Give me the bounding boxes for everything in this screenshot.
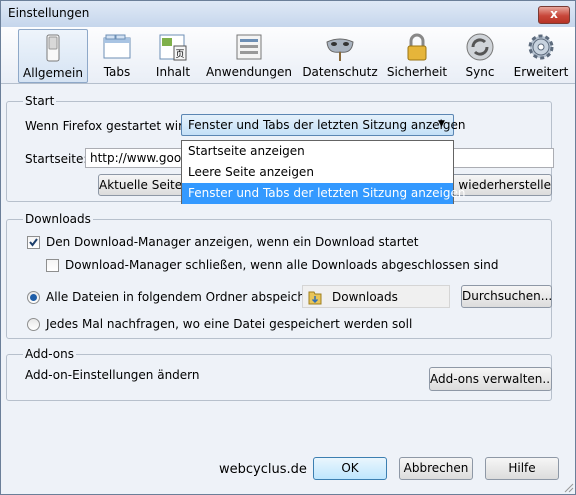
close-download-manager-label: Download-Manager schließen, wenn alle Do…: [65, 258, 499, 272]
content-icon: 页: [159, 34, 187, 61]
tab-inhalt[interactable]: 页 Inhalt: [139, 29, 207, 81]
tab-sicherheit[interactable]: Sicherheit: [383, 29, 451, 81]
sync-icon: [466, 33, 494, 61]
addons-group-title: Add-ons: [23, 347, 76, 361]
start-group-title: Start: [23, 94, 57, 108]
show-download-manager-checkbox[interactable]: [27, 236, 40, 249]
privacy-mask-icon: [326, 38, 354, 61]
startup-option-selected[interactable]: Fenster und Tabs der letzten Sitzung anz…: [182, 183, 466, 204]
ok-label: OK: [341, 461, 359, 475]
addons-description: Add-on-Einstellungen ändern: [25, 368, 200, 382]
chevron-down-icon: ▼: [438, 119, 445, 129]
watermark-text: webcyclus.de: [219, 462, 307, 477]
show-download-manager-label: Den Download-Manager anzeigen, wenn ein …: [46, 235, 419, 249]
tab-label: Sync: [465, 65, 495, 79]
padlock-icon: [407, 33, 427, 61]
tab-label: Allgemein: [23, 66, 83, 80]
switch-icon: [46, 34, 60, 62]
tab-label: Sicherheit: [386, 65, 448, 79]
radio-dot-icon: [30, 294, 37, 301]
applications-icon: [236, 34, 262, 60]
help-button[interactable]: Hilfe: [485, 457, 559, 480]
save-all-label: Alle Dateien in folgendem Ordner abspeic…: [46, 290, 329, 304]
gear-icon: [528, 34, 554, 60]
close-download-manager-checkbox[interactable]: [46, 259, 59, 272]
tab-sync[interactable]: Sync: [446, 29, 514, 81]
close-icon: x: [550, 7, 558, 21]
startup-select-value: Fenster und Tabs der letzten Sitzung anz…: [188, 118, 466, 132]
tab-label: Datenschutz: [302, 65, 378, 79]
svg-text:页: 页: [175, 49, 184, 60]
use-current-page-button[interactable]: Aktuelle Seite v: [98, 174, 184, 196]
manage-addons-button[interactable]: Add-ons verwalten...: [429, 367, 552, 391]
startup-options-list: Startseite anzeigen Leere Seite anzeigen…: [181, 140, 466, 204]
cancel-label: Abbrechen: [403, 461, 469, 475]
window-title: Einstellungen: [8, 6, 90, 20]
tab-label: Anwendungen: [205, 65, 293, 79]
preferences-window: Einstellungen x Allgemein Tabs 页 Inhalt …: [0, 0, 576, 495]
close-button[interactable]: x: [538, 6, 570, 24]
manage-addons-label: Add-ons verwalten...: [430, 372, 552, 386]
tab-erweitert[interactable]: Erweitert: [507, 29, 575, 81]
save-all-radio[interactable]: [27, 291, 40, 304]
title-bar[interactable]: Einstellungen x: [1, 1, 575, 27]
tabs-icon: [103, 34, 131, 59]
ask-each-time-label: Jedes Mal nachfragen, wo eine Datei gesp…: [46, 317, 413, 331]
download-folder-name: Downloads: [332, 290, 398, 304]
tab-allgemein[interactable]: Allgemein: [18, 29, 88, 83]
ok-button[interactable]: OK: [313, 457, 387, 480]
homepage-label: Startseite:: [25, 152, 88, 166]
startup-label: Wenn Firefox gestartet wird:: [25, 119, 195, 133]
download-folder-field: Downloads: [302, 285, 450, 308]
startup-select[interactable]: Fenster und Tabs der letzten Sitzung anz…: [181, 114, 466, 136]
tab-anwendungen[interactable]: Anwendungen: [205, 29, 293, 81]
cancel-button[interactable]: Abbrechen: [399, 457, 473, 480]
help-label: Hilfe: [508, 461, 536, 475]
tab-label: Inhalt: [155, 65, 191, 79]
tab-label: Erweitert: [513, 65, 569, 79]
downloads-group-title: Downloads: [23, 212, 93, 226]
tab-datenschutz[interactable]: Datenschutz: [301, 29, 379, 81]
use-current-page-label: Aktuelle Seite v: [99, 178, 184, 192]
preferences-toolbar: Allgemein Tabs 页 Inhalt Anwendungen Date…: [1, 27, 575, 84]
browse-label: Durchsuchen...: [462, 289, 552, 303]
folder-icon: [308, 291, 322, 305]
ask-each-time-radio[interactable]: [27, 318, 40, 331]
startup-option[interactable]: Leere Seite anzeigen: [182, 162, 453, 183]
browse-button[interactable]: Durchsuchen...: [461, 285, 552, 308]
checkmark-icon: [29, 238, 38, 247]
startup-option[interactable]: Startseite anzeigen: [182, 141, 453, 162]
homepage-value: http://www.goog: [90, 151, 189, 165]
resize-grip-icon[interactable]: [562, 481, 574, 493]
